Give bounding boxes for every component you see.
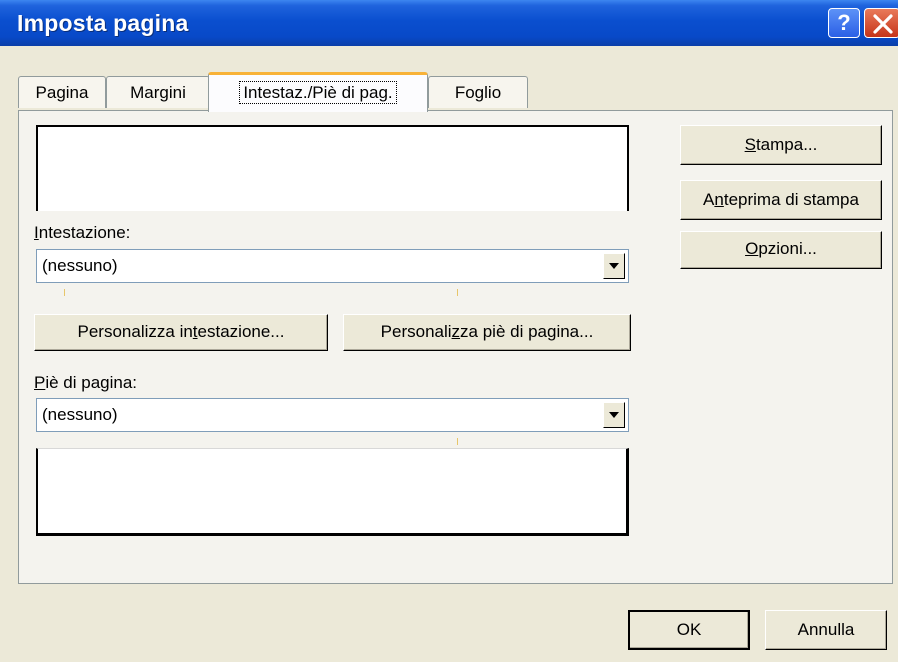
footer-select-value: (nessuno) — [42, 405, 118, 424]
customize-header-button[interactable]: Personalizza intestazione... — [34, 314, 328, 351]
header-select[interactable]: (nessuno) — [36, 249, 629, 283]
header-select-value: (nessuno) — [42, 256, 118, 275]
close-button[interactable] — [864, 8, 898, 38]
chevron-down-icon[interactable] — [603, 402, 625, 428]
print-preview-button[interactable]: Anteprima di stampa — [680, 180, 882, 220]
help-button[interactable]: ? — [828, 8, 860, 38]
tab-foglio[interactable]: Foglio — [428, 76, 528, 108]
tab-label: Intestaz./Piè di pag. — [239, 81, 397, 104]
customize-footer-button[interactable]: Personalizza piè di pagina... — [343, 314, 631, 351]
footer-label: Piè di pagina: — [34, 373, 138, 392]
close-icon — [873, 14, 893, 34]
print-button[interactable]: Stampa... — [680, 125, 882, 165]
options-button[interactable]: Opzioni... — [680, 231, 882, 269]
tab-label: Margini — [130, 83, 186, 102]
header-label: Intestazione: — [34, 223, 131, 242]
header-left-marker — [64, 289, 65, 296]
tab-label: Pagina — [35, 83, 89, 102]
tab-panel: Intestazione: (nessuno) Personalizza int… — [18, 110, 893, 584]
title-bar[interactable]: Imposta pagina ? — [0, 0, 898, 46]
tab-label: Foglio — [454, 83, 502, 102]
window-title: Imposta pagina — [17, 10, 189, 36]
footer-preview — [36, 448, 629, 536]
tab-pagina[interactable]: Pagina — [18, 76, 106, 108]
ok-button[interactable]: OK — [628, 610, 750, 650]
footer-select[interactable]: (nessuno) — [36, 398, 629, 432]
header-right-marker — [457, 289, 458, 296]
tab-margini[interactable]: Margini — [106, 76, 210, 108]
header-preview — [36, 125, 629, 211]
chevron-down-icon[interactable] — [603, 253, 625, 279]
cancel-button[interactable]: Annulla — [765, 610, 887, 650]
page-setup-dialog: Imposta pagina ? Pagina Margini Intestaz… — [0, 0, 898, 662]
footer-right-marker — [457, 438, 458, 445]
tab-header-footer[interactable]: Intestaz./Piè di pag. — [208, 72, 428, 112]
help-icon: ? — [837, 10, 851, 35]
